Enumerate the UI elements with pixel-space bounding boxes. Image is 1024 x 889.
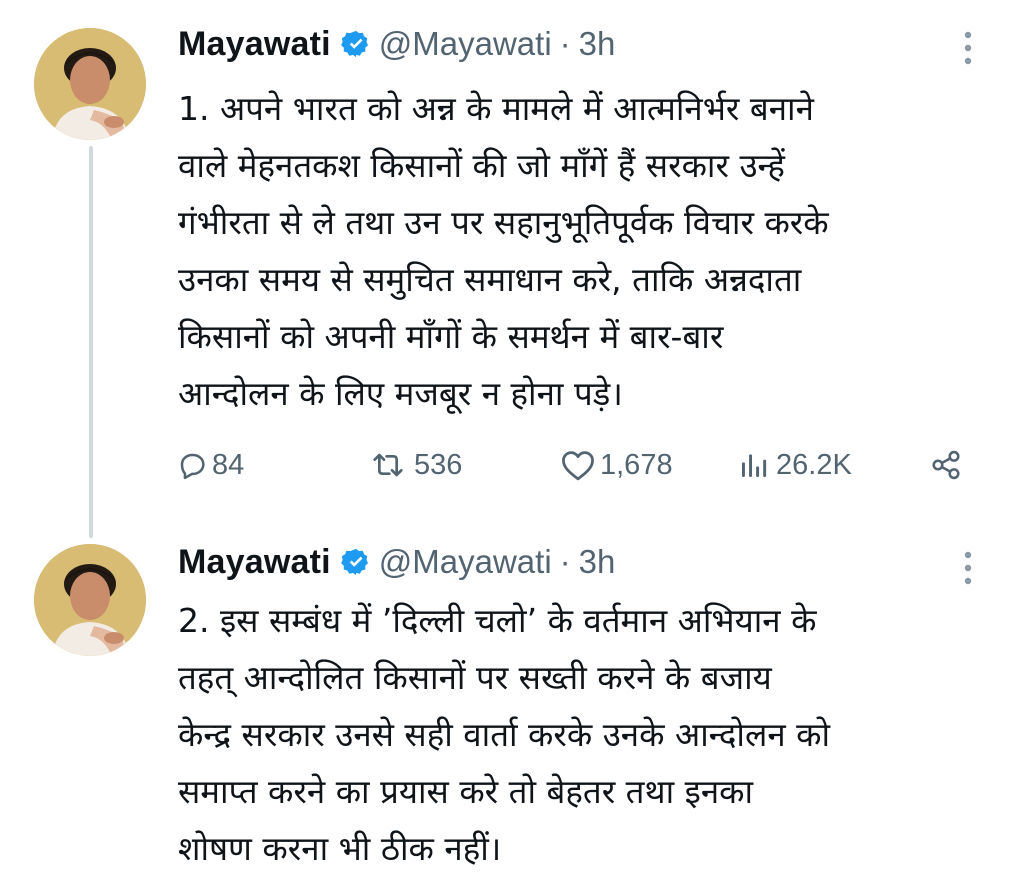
like-count: 1,678 — [600, 448, 673, 481]
tweet[interactable]: Mayawati @Mayawati · 3h 1. अपने भारत को … — [0, 0, 1024, 540]
avatar[interactable] — [34, 28, 146, 140]
tweet-text: 1. अपने भारत को अन्न के मामले में आत्मनि… — [178, 89, 829, 413]
repost-button[interactable]: 536 — [366, 440, 462, 490]
verified-badge-icon — [340, 29, 371, 59]
user-handle[interactable]: @Mayawati — [379, 543, 552, 581]
more-options-button[interactable] — [958, 26, 978, 70]
share-icon — [932, 450, 960, 480]
repost-icon — [373, 453, 403, 477]
tweet-header: Mayawati @Mayawati · 3h — [178, 22, 615, 66]
separator-dot: · — [559, 25, 571, 62]
avatar[interactable] — [34, 544, 146, 656]
views-icon — [742, 454, 767, 477]
display-name[interactable]: Mayawati — [178, 543, 331, 582]
avatar-image — [34, 544, 146, 656]
tweet-text: 2. इस सम्बंध में ’दिल्ली चलो’ के वर्तमान… — [178, 601, 831, 868]
like-button[interactable]: 1,678 — [560, 440, 673, 490]
user-handle[interactable]: @Mayawati — [379, 25, 552, 63]
reply-count: 84 — [212, 448, 245, 481]
timestamp[interactable]: 3h — [579, 25, 616, 63]
verified-badge-icon — [340, 547, 371, 577]
reply-icon — [180, 453, 205, 480]
separator-dot: · — [559, 543, 571, 580]
more-vertical-icon — [964, 31, 972, 65]
tweet[interactable]: Mayawati @Mayawati · 3h 2. इस सम्बंध में… — [0, 540, 1024, 889]
view-count: 26.2K — [776, 448, 852, 481]
tweet-actions: 84 536 1,678 26.2K — [176, 440, 976, 490]
repost-count: 536 — [414, 448, 463, 481]
tweet-header: Mayawati @Mayawati · 3h — [178, 540, 615, 584]
more-options-button[interactable] — [958, 546, 978, 590]
share-button[interactable] — [928, 440, 968, 490]
reply-button[interactable]: 84 — [176, 440, 244, 490]
more-vertical-icon — [964, 551, 972, 585]
views-button[interactable]: 26.2K — [736, 440, 852, 490]
timestamp[interactable]: 3h — [579, 543, 616, 581]
display-name[interactable]: Mayawati — [178, 25, 331, 64]
avatar-image — [34, 28, 146, 140]
heart-icon — [562, 451, 594, 481]
